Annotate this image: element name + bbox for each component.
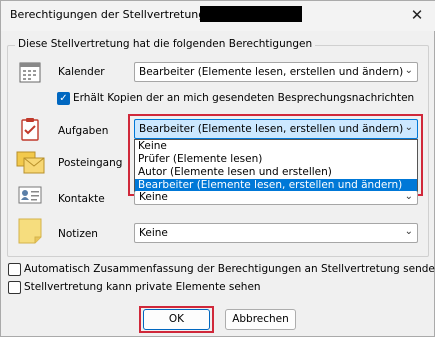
- kontakte-permission-select[interactable]: Keine ⌄: [134, 191, 418, 205]
- kalender-permission-value: Bearbeiter (Elemente lesen, erstellen un…: [139, 66, 404, 78]
- kontakte-permission-value: Keine: [139, 191, 168, 203]
- private-items-label: Stellvertretung kann private Elemente se…: [24, 281, 261, 293]
- private-items-checkbox[interactable]: [8, 281, 21, 294]
- dialog-title: Berechtigungen der Stellvertretung:: [10, 8, 209, 21]
- kalender-label: Kalender: [58, 66, 105, 78]
- task-clipboard-icon: [17, 116, 43, 142]
- meeting-copy-checkbox[interactable]: ✓: [57, 92, 70, 105]
- chevron-down-icon: ⌄: [404, 65, 413, 76]
- cancel-button[interactable]: Abbrechen: [225, 309, 296, 330]
- ok-highlight-frame: [139, 306, 214, 333]
- close-button[interactable]: ✕: [406, 5, 428, 25]
- redacted-delegate-name: [200, 6, 302, 22]
- dropdown-highlight-frame: [128, 114, 423, 196]
- kontakte-label: Kontakte: [58, 193, 105, 205]
- title-bar: Berechtigungen der Stellvertretung: ✕: [1, 1, 435, 31]
- groupbox-legend: Diese Stellvertretung hat die folgenden …: [15, 38, 316, 50]
- note-icon: [17, 217, 43, 244]
- posteingang-label: Posteingang: [58, 157, 123, 169]
- calendar-icon: [17, 59, 43, 85]
- auto-summary-label: Automatisch Zusammenfassung der Berechti…: [24, 263, 435, 275]
- notizen-label: Notizen: [58, 228, 98, 240]
- chevron-down-icon: ⌄: [404, 226, 413, 237]
- chevron-down-icon: ⌄: [404, 191, 413, 202]
- meeting-copy-label: Erhält Kopien der an mich gesendeten Bes…: [73, 92, 415, 104]
- notizen-permission-value: Keine: [139, 227, 168, 239]
- kalender-permission-select[interactable]: Bearbeiter (Elemente lesen, erstellen un…: [134, 62, 418, 82]
- inbox-envelope-icon: [16, 149, 45, 175]
- delegate-permissions-dialog: Berechtigungen der Stellvertretung: ✕ Di…: [0, 0, 435, 337]
- aufgaben-label: Aufgaben: [58, 125, 109, 137]
- auto-summary-checkbox[interactable]: [8, 263, 21, 276]
- notizen-permission-select[interactable]: Keine ⌄: [134, 223, 418, 243]
- contact-card-icon: [18, 184, 44, 210]
